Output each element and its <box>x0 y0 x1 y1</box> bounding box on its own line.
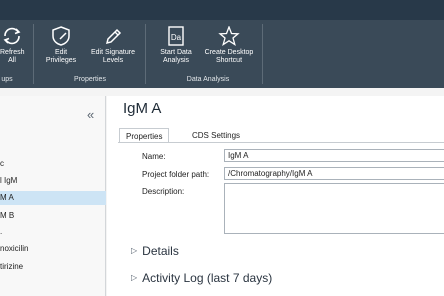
start-analysis-label-2: Analysis <box>162 57 190 64</box>
tab-divider <box>118 142 444 143</box>
project-folder-path-label: Project folder path: <box>142 170 210 179</box>
start-analysis-label-1: Start Data <box>160 49 192 56</box>
collapse-panel-button[interactable]: « <box>87 107 94 122</box>
description-field[interactable] <box>224 183 444 234</box>
activity-log-label: Activity Log (last 7 days) <box>142 271 273 285</box>
edit-signature-label-1: Edit Signature <box>91 49 135 56</box>
edit-signature-levels-button[interactable]: Edit Signature Levels <box>86 26 140 65</box>
tab-cds-settings[interactable]: CDS Settings <box>186 128 246 143</box>
ribbon-separator <box>262 24 263 84</box>
shield-edit-icon <box>52 26 70 46</box>
group-label-first: ups <box>1 76 13 83</box>
edit-privileges-label-1: Edit <box>54 49 68 56</box>
description-label: Description: <box>142 187 185 196</box>
ribbon-separator <box>33 24 34 84</box>
ribbon-separator <box>145 24 146 84</box>
details-section-header[interactable]: ▷ Details <box>131 244 179 258</box>
group-label-data-analysis: Data Analysis <box>186 76 230 83</box>
start-data-analysis-button[interactable]: Da Start Data Analysis <box>155 26 197 65</box>
tree-item[interactable]: . <box>0 225 106 239</box>
expand-triangle-icon: ▷ <box>131 273 138 282</box>
name-label: Name: <box>142 152 166 161</box>
tree-item[interactable]: l IgM <box>0 174 106 188</box>
project-folder-path-field[interactable]: /Chromatography/IgM A <box>224 167 444 180</box>
star-icon <box>218 26 240 46</box>
edit-privileges-label-2: Privileges <box>45 57 77 64</box>
refresh-label-2: All <box>8 57 16 64</box>
pencil-icon <box>105 28 122 45</box>
tree-item[interactable]: M B <box>0 209 106 223</box>
refresh-label-1: Refresh <box>0 49 25 56</box>
name-field[interactable]: IgM A <box>224 149 444 162</box>
tree-item[interactable]: noxicilin <box>0 242 106 256</box>
svg-text:Da: Da <box>171 33 182 42</box>
edit-privileges-button[interactable]: Edit Privileges <box>43 26 79 65</box>
tab-properties[interactable]: Properties <box>119 128 170 143</box>
activity-log-section-header[interactable]: ▷ Activity Log (last 7 days) <box>131 271 272 285</box>
tree-item[interactable]: c <box>0 157 106 171</box>
edit-signature-label-2: Levels <box>102 57 124 64</box>
details-label: Details <box>142 244 179 258</box>
refresh-icon <box>3 27 21 45</box>
page-title: IgM A <box>123 100 162 117</box>
group-label-properties: Properties <box>74 76 106 83</box>
create-shortcut-label-1: Create Desktop <box>204 49 254 56</box>
create-desktop-shortcut-button[interactable]: Create Desktop Shortcut <box>200 26 258 65</box>
create-shortcut-label-2: Shortcut <box>215 57 243 64</box>
da-icon: Da <box>168 26 184 46</box>
tree-item[interactable]: tirizine <box>0 260 106 274</box>
title-bar <box>0 0 444 20</box>
tree-item-selected[interactable]: M A <box>0 191 106 205</box>
expand-triangle-icon: ▷ <box>131 246 138 255</box>
refresh-all-button[interactable]: Refresh All <box>0 26 25 65</box>
